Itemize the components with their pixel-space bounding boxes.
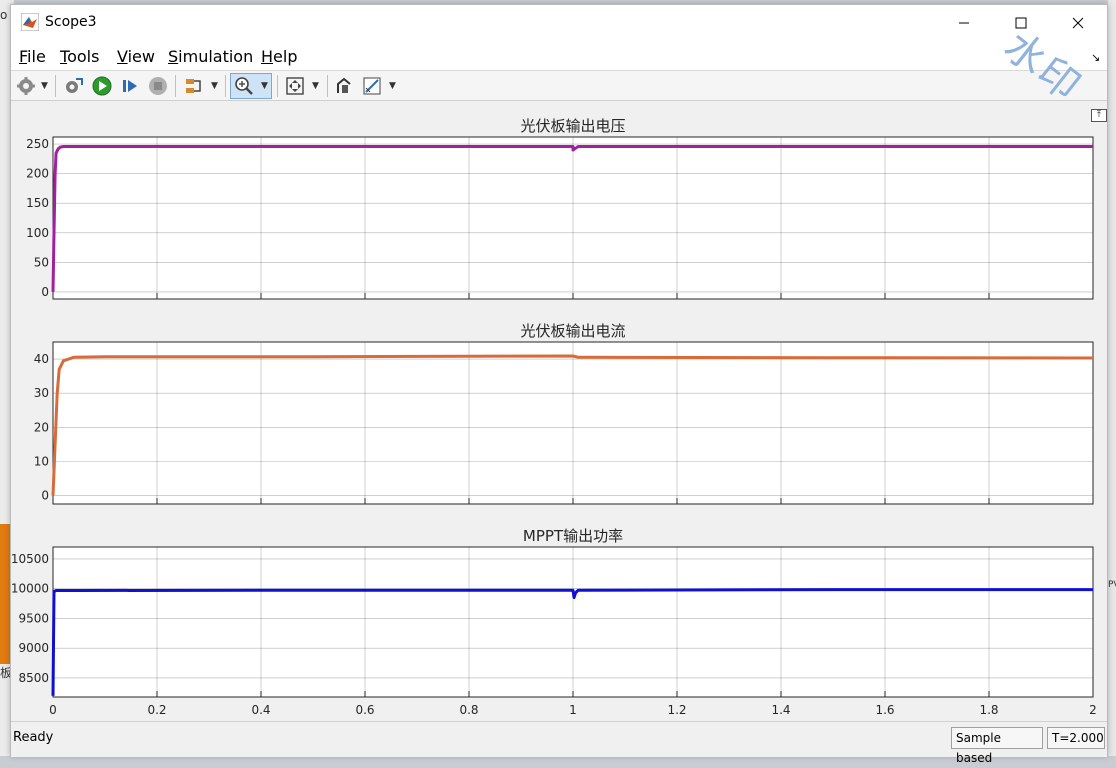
y-tick-label: 9000 — [18, 641, 49, 655]
y-tick-label: 100 — [26, 226, 49, 240]
menu-label: imulation — [178, 47, 254, 66]
measure-button[interactable] — [361, 75, 383, 97]
menu-file[interactable]: File — [19, 47, 46, 66]
menu-bar: File Tools View Simulation Help ↘ — [11, 41, 1107, 71]
toolbar-separator — [175, 75, 176, 97]
parameters-icon — [66, 78, 83, 93]
status-simulation-time: T=2.000 — [1047, 727, 1105, 749]
chevron-down-icon[interactable]: ▼ — [41, 81, 48, 91]
menu-accel: V — [117, 47, 128, 66]
signal-selector-button[interactable] — [183, 75, 205, 97]
x-tick-label: 2 — [1089, 703, 1097, 717]
scope-plots: 050100150200250光伏板输出电压010203040光伏板输出电流85… — [11, 117, 1097, 717]
settings-button[interactable] — [15, 75, 37, 97]
toolbar: ▼ ▼ ▼ ▼ ▼ — [11, 71, 1107, 101]
menu-accel: H — [261, 47, 274, 66]
y-tick-label: 9500 — [18, 611, 49, 625]
toolbar-separator — [225, 75, 226, 97]
y-tick-label: 250 — [26, 137, 49, 151]
status-bar: Ready Sample based T=2.000 — [11, 721, 1107, 765]
stop-icon — [149, 77, 167, 95]
x-tick-label: 0.2 — [147, 703, 166, 717]
close-button[interactable] — [1050, 5, 1106, 41]
y-tick-label: 20 — [34, 420, 49, 434]
y-tick-label: 50 — [34, 255, 49, 269]
toolbar-separator — [55, 75, 56, 97]
axes-title: 光伏板输出电压 — [520, 117, 625, 135]
chevron-down-icon[interactable]: ▼ — [389, 81, 396, 91]
menu-tools[interactable]: Tools — [60, 47, 99, 66]
zoom-in-icon — [235, 77, 253, 95]
chevron-down-icon[interactable]: ▼ — [261, 81, 268, 91]
x-tick-label: 1.8 — [979, 703, 998, 717]
menu-label: ools — [67, 47, 100, 66]
fit-to-view-button[interactable] — [284, 75, 306, 97]
axes-title: 光伏板输出电流 — [520, 322, 625, 340]
y-tick-label: 200 — [26, 167, 49, 181]
y-tick-label: 10000 — [11, 582, 49, 596]
measure-icon — [363, 77, 381, 95]
gear-icon — [17, 77, 35, 95]
window-title: Scope3 — [45, 14, 97, 30]
x-tick-label: 0.6 — [355, 703, 374, 717]
menu-label: elp — [273, 47, 298, 66]
axes-title: MPPT输出功率 — [523, 527, 623, 545]
run-icon — [92, 76, 112, 96]
run-button[interactable] — [91, 75, 113, 97]
menu-accel: F — [19, 47, 28, 66]
chevron-down-icon[interactable]: ▼ — [211, 81, 218, 91]
y-tick-label: 10500 — [11, 552, 49, 566]
x-tick-label: 0 — [49, 703, 57, 717]
dock-arrow-icon[interactable]: ↘ — [1091, 51, 1100, 64]
x-tick-label: 0.4 — [251, 703, 270, 717]
step-forward-icon — [123, 80, 137, 92]
toolbar-separator — [277, 75, 278, 97]
menu-label: iew — [127, 47, 155, 66]
menu-simulation[interactable]: Simulation — [168, 47, 253, 66]
matlab-icon — [21, 13, 39, 31]
x-tick-label: 1.6 — [875, 703, 894, 717]
menu-label: ile — [27, 47, 46, 66]
y-tick-label: 150 — [26, 196, 49, 210]
parameters-button[interactable] — [63, 75, 85, 97]
background-window-right: PV — [1108, 0, 1116, 756]
menu-accel: T — [60, 47, 68, 66]
y-tick-label: 30 — [34, 386, 49, 400]
minimize-button[interactable] — [936, 5, 992, 41]
highlight-block-button[interactable] — [333, 75, 355, 97]
menu-help[interactable]: Help — [261, 47, 297, 66]
y-tick-label: 10 — [34, 454, 49, 468]
x-tick-label: 0.8 — [459, 703, 478, 717]
close-icon — [1072, 17, 1084, 29]
menu-view[interactable]: View — [117, 47, 155, 66]
scope-window: Scope3 File Tools View Simulation Help ↘… — [10, 4, 1108, 765]
background-text-fragment: o — [0, 8, 8, 22]
minimize-icon — [959, 22, 969, 24]
y-tick-label: 40 — [34, 352, 49, 366]
stop-button[interactable] — [147, 75, 169, 97]
y-tick-label: 0 — [41, 285, 49, 299]
undock-icon[interactable]: ⤒ — [1091, 109, 1107, 122]
x-tick-label: 1 — [569, 703, 577, 717]
background-text-fragment: PV — [1108, 580, 1116, 590]
chevron-down-icon[interactable]: ▼ — [312, 81, 319, 91]
zoom-in-button[interactable] — [233, 75, 255, 97]
status-sample-mode: Sample based — [951, 727, 1043, 765]
status-ready: Ready — [13, 730, 54, 745]
y-tick-label: 0 — [41, 488, 49, 502]
menu-accel: S — [168, 47, 179, 66]
x-tick-label: 1.2 — [667, 703, 686, 717]
y-tick-label: 8500 — [18, 671, 49, 685]
highlight-block-icon — [337, 77, 351, 93]
step-forward-button[interactable] — [119, 75, 141, 97]
x-tick-label: 1.4 — [771, 703, 790, 717]
title-bar[interactable]: Scope3 — [11, 5, 1107, 41]
signal-selector-icon — [186, 79, 201, 93]
fit-to-view-icon — [286, 77, 304, 95]
plot-area: 0 50 100 150 200 250 光伏板输出电压 0 10 20 30 40 光伏板输出电流 85… — [11, 101, 1107, 717]
toolbar-separator — [327, 75, 328, 97]
